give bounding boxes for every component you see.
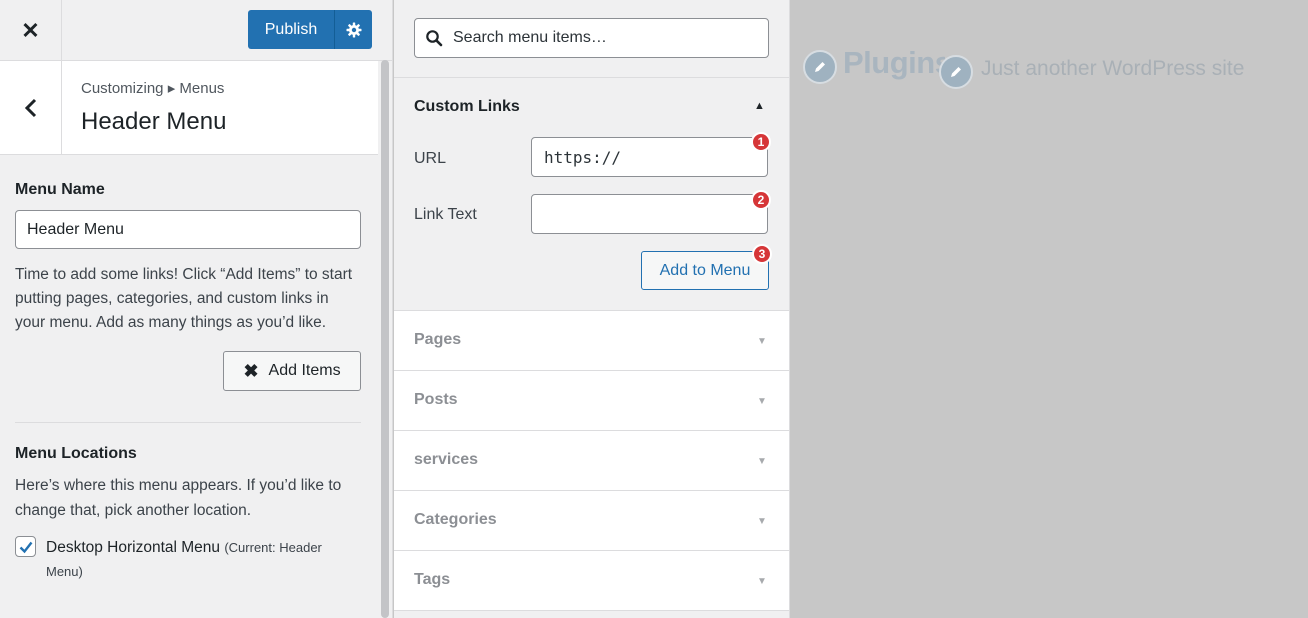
location-option[interactable]: Desktop Horizontal Menu (Current: Header… bbox=[15, 536, 361, 584]
add-items-row: ✖ Add Items bbox=[15, 351, 361, 391]
url-label: URL bbox=[414, 150, 447, 167]
accordion-categories[interactable]: Categories ▼ bbox=[394, 491, 789, 551]
menu-name-label: Menu Name bbox=[15, 181, 105, 198]
step-badge-3: 3 bbox=[752, 244, 772, 264]
site-preview: Plugins Just another WordPress site bbox=[791, 0, 1308, 618]
caret-down-icon: ▼ bbox=[757, 336, 767, 347]
accordion-tags[interactable]: Tags ▼ bbox=[394, 551, 789, 611]
close-icon: ✖ bbox=[243, 360, 259, 381]
menu-locations-help: Here’s where this menu appears. If you’d… bbox=[15, 477, 342, 519]
location-label: Desktop Horizontal Menu (Current: Header… bbox=[46, 536, 361, 584]
accordion-label: Posts bbox=[414, 391, 458, 408]
menu-settings: Menu Name Time to add some links! Click … bbox=[15, 155, 361, 584]
divider bbox=[15, 422, 361, 423]
sidebar-scrollbar[interactable] bbox=[381, 60, 389, 618]
link-text-input[interactable] bbox=[531, 194, 768, 234]
add-to-menu-button[interactable]: Add to Menu bbox=[641, 251, 769, 290]
search-icon bbox=[415, 19, 453, 57]
accordion-pages[interactable]: Pages ▼ bbox=[394, 311, 789, 371]
gear-icon[interactable] bbox=[334, 10, 372, 49]
site-title[interactable]: Plugins bbox=[843, 45, 945, 81]
close-icon[interactable]: ✕ bbox=[0, 0, 62, 61]
accordion-label: Pages bbox=[414, 331, 462, 348]
site-tagline[interactable]: Just another WordPress site bbox=[981, 57, 1244, 81]
search-box bbox=[414, 18, 769, 58]
menu-help-text: Time to add some links! Click “Add Items… bbox=[15, 266, 353, 331]
step-badge-1: 1 bbox=[751, 132, 771, 152]
search-input[interactable] bbox=[453, 29, 753, 47]
link-text-label: Link Text bbox=[414, 206, 477, 223]
chevron-left-icon[interactable] bbox=[0, 61, 62, 154]
step-badge-2: 2 bbox=[751, 190, 771, 210]
menu-name-input[interactable] bbox=[15, 210, 361, 249]
caret-down-icon: ▼ bbox=[757, 576, 767, 587]
publish-group: Publish bbox=[248, 10, 372, 49]
caret-down-icon: ▼ bbox=[757, 456, 767, 467]
menu-locations-label: Menu Locations bbox=[15, 445, 137, 462]
add-items-label: Add Items bbox=[268, 362, 341, 379]
custom-links-section: Custom Links ▲ URL 1 Link Text 2 Add to … bbox=[394, 78, 789, 311]
accordion-services[interactable]: services ▼ bbox=[394, 431, 789, 491]
pencil-icon[interactable] bbox=[939, 55, 973, 89]
add-items-button[interactable]: ✖ Add Items bbox=[223, 351, 361, 391]
location-name: Desktop Horizontal Menu bbox=[46, 539, 221, 556]
section-header: Customizing ▸ Menus Header Menu bbox=[0, 61, 378, 155]
customizer-sidebar: ✕ Publish Customizing ▸ Menus Header Men… bbox=[0, 0, 393, 618]
accordion-label: Categories bbox=[414, 511, 497, 528]
available-menu-items-panel: Custom Links ▲ URL 1 Link Text 2 Add to … bbox=[394, 0, 790, 618]
accordion-label: Tags bbox=[414, 571, 451, 588]
caret-down-icon: ▼ bbox=[757, 516, 767, 527]
caret-down-icon: ▼ bbox=[757, 396, 767, 407]
customizer-header: ✕ Publish bbox=[0, 0, 392, 61]
custom-links-title[interactable]: Custom Links bbox=[414, 98, 520, 116]
accordion-posts[interactable]: Posts ▼ bbox=[394, 371, 789, 431]
publish-button[interactable]: Publish bbox=[248, 10, 334, 49]
section-title: Header Menu bbox=[81, 108, 227, 135]
url-input[interactable] bbox=[531, 137, 768, 177]
breadcrumb: Customizing ▸ Menus bbox=[81, 80, 225, 97]
accordion-label: services bbox=[414, 451, 479, 468]
location-checkbox[interactable] bbox=[15, 536, 36, 557]
caret-up-icon[interactable]: ▲ bbox=[754, 100, 765, 112]
pencil-icon[interactable] bbox=[803, 50, 837, 84]
